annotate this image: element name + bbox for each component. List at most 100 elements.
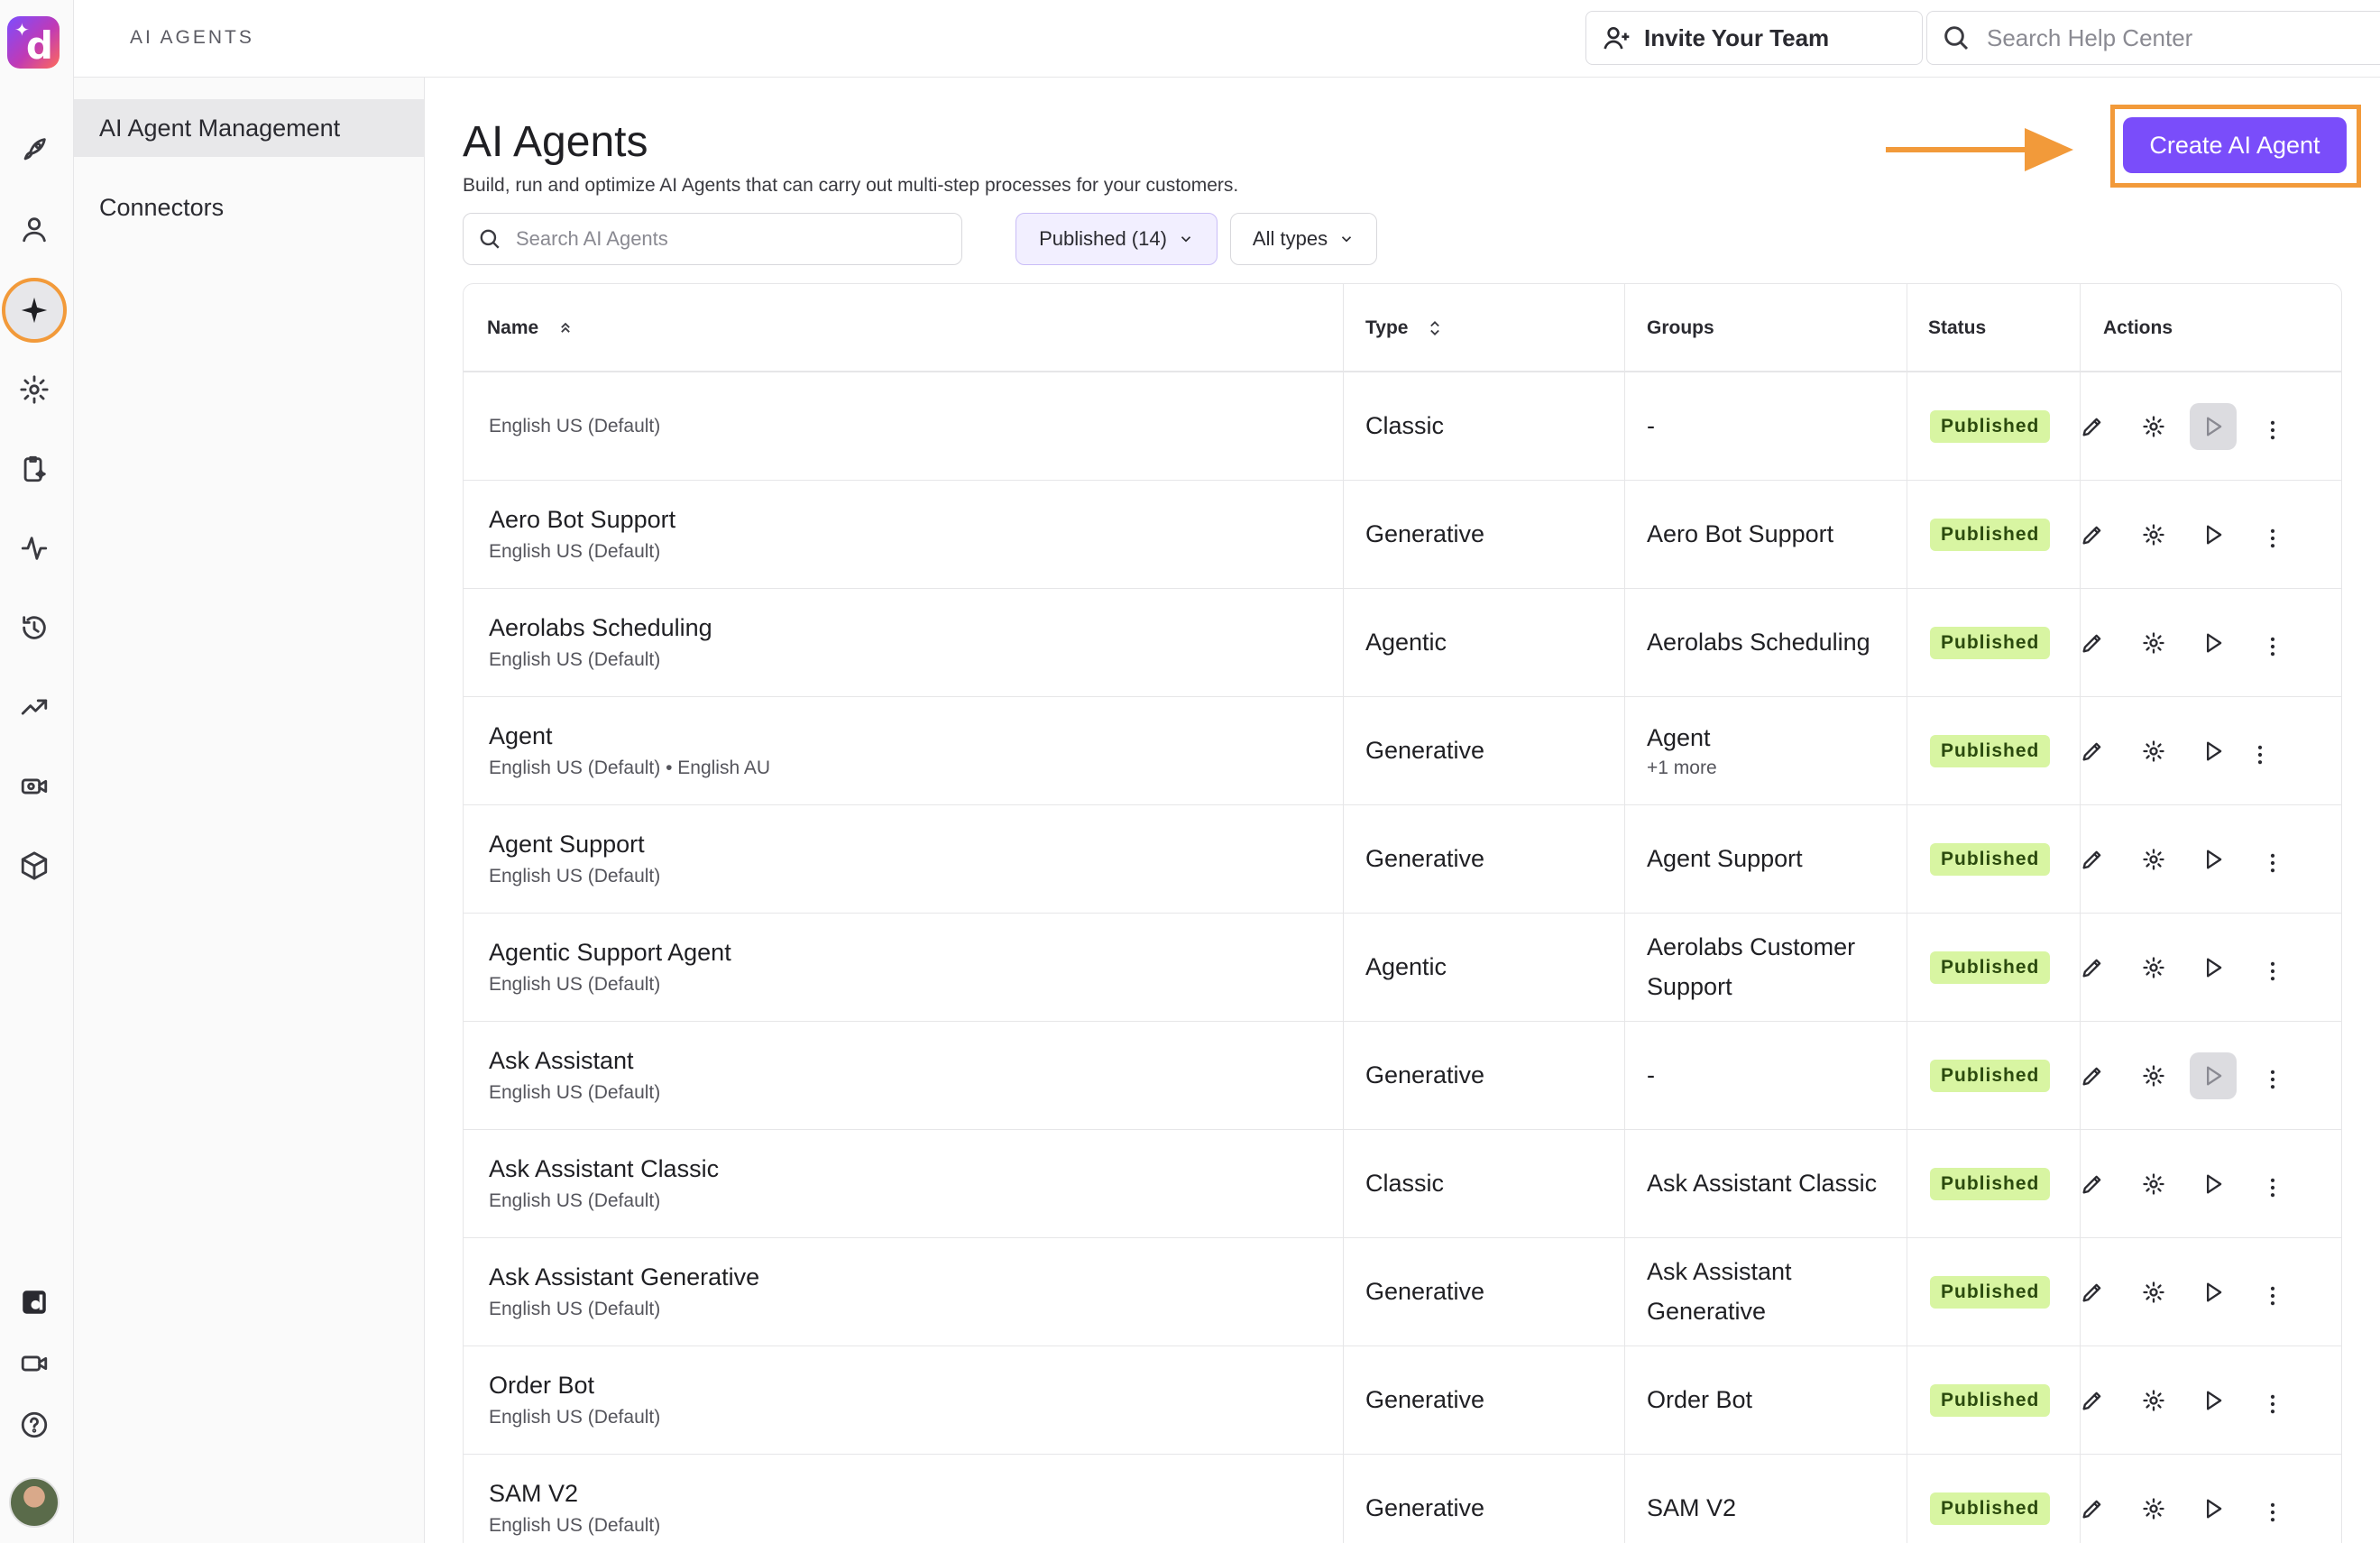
type-column-header[interactable]: Type xyxy=(1365,284,1444,372)
edit-pencil-icon[interactable] xyxy=(2069,944,2116,991)
settings-gear-icon[interactable] xyxy=(2130,1377,2177,1424)
agent-type: Generative xyxy=(1365,1493,1485,1521)
settings-gear-icon[interactable] xyxy=(2130,1052,2177,1099)
subnav-item-connectors[interactable]: Connectors xyxy=(74,179,424,236)
settings-gear-icon[interactable] xyxy=(2130,1161,2177,1208)
edit-pencil-icon[interactable] xyxy=(2069,1485,2116,1532)
table-row[interactable]: Ask Assistant Classic English US (Default… xyxy=(464,1130,2341,1238)
play-icon[interactable] xyxy=(2190,1485,2237,1532)
agent-name: Agent Support xyxy=(489,831,645,858)
settings-gear-icon[interactable] xyxy=(2130,403,2177,450)
edit-pencil-icon[interactable] xyxy=(2069,836,2116,883)
brand-d-icon[interactable] xyxy=(16,1284,52,1320)
settings-gear-icon[interactable] xyxy=(2130,1485,2177,1532)
create-ai-agent-button[interactable]: Create AI Agent xyxy=(2123,117,2347,173)
table-row[interactable]: Aerolabs Scheduling English US (Default) … xyxy=(464,589,2341,697)
play-icon[interactable] xyxy=(2190,836,2237,883)
gear-icon[interactable] xyxy=(16,372,52,408)
name-column-header[interactable]: Name xyxy=(487,284,574,372)
settings-gear-icon[interactable] xyxy=(2130,728,2177,775)
settings-gear-icon[interactable] xyxy=(2130,836,2177,883)
more-vertical-icon[interactable] xyxy=(2249,840,2296,886)
rocket-icon[interactable] xyxy=(16,132,52,168)
table-row[interactable]: English US (Default) Classic - Published xyxy=(464,372,2341,481)
table-row[interactable]: Agent English US (Default) • English AU G… xyxy=(464,697,2341,805)
status-filter-label: Published (14) xyxy=(1039,227,1167,250)
play-icon[interactable] xyxy=(2190,1161,2237,1208)
more-vertical-icon[interactable] xyxy=(2249,515,2296,562)
settings-gear-icon[interactable] xyxy=(2130,511,2177,558)
play-icon[interactable] xyxy=(2190,1377,2237,1424)
agent-language: English US (Default) xyxy=(489,1082,661,1103)
settings-gear-icon[interactable] xyxy=(2130,1269,2177,1316)
play-icon[interactable] xyxy=(2190,1269,2237,1316)
edit-pencil-icon[interactable] xyxy=(2069,1052,2116,1099)
table-row[interactable]: Agent Support English US (Default) Genera… xyxy=(464,805,2341,914)
more-vertical-icon[interactable] xyxy=(2249,948,2296,995)
agent-group: Aero Bot Support xyxy=(1647,519,1834,547)
status-filter-dropdown[interactable]: Published (14) xyxy=(1015,213,1218,265)
play-icon[interactable] xyxy=(2190,944,2237,991)
cube-icon[interactable] xyxy=(16,848,52,884)
app-logo-icon[interactable]: ✦ d xyxy=(7,16,60,69)
edit-pencil-icon[interactable] xyxy=(2069,403,2116,450)
play-icon[interactable] xyxy=(2190,403,2237,450)
edit-pencil-icon[interactable] xyxy=(2069,728,2116,775)
more-vertical-icon[interactable] xyxy=(2249,1381,2296,1428)
edit-pencil-icon[interactable] xyxy=(2069,1161,2116,1208)
more-groups-label[interactable]: +1 more xyxy=(1647,758,1908,779)
subnav-item-ai-agent-management[interactable]: AI Agent Management xyxy=(74,99,424,157)
table-row[interactable]: Ask Assistant English US (Default) Genera… xyxy=(464,1022,2341,1130)
play-icon[interactable] xyxy=(2190,1052,2237,1099)
status-badge: Published xyxy=(1930,518,2051,551)
edit-pencil-icon[interactable] xyxy=(2069,620,2116,666)
play-icon[interactable] xyxy=(2190,511,2237,558)
agent-name: Ask Assistant Classic xyxy=(489,1155,720,1182)
trending-up-icon[interactable] xyxy=(16,689,52,725)
more-vertical-icon[interactable] xyxy=(2249,1164,2296,1211)
ai-agents-sparkle-icon[interactable] xyxy=(2,278,67,343)
user-icon[interactable] xyxy=(16,211,52,247)
breadcrumb: AI AGENTS xyxy=(130,27,254,48)
help-circle-icon[interactable] xyxy=(16,1407,52,1443)
search-icon xyxy=(1944,26,1969,51)
table-row[interactable]: SAM V2 English US (Default) Generative SA… xyxy=(464,1455,2341,1543)
settings-gear-icon[interactable] xyxy=(2130,620,2177,666)
actions-header-label: Actions xyxy=(2103,317,2173,338)
edit-pencil-icon[interactable] xyxy=(2069,1269,2116,1316)
activity-icon[interactable] xyxy=(16,530,52,566)
status-header-label: Status xyxy=(1928,317,1987,338)
more-vertical-icon[interactable] xyxy=(2249,623,2296,670)
more-vertical-icon[interactable] xyxy=(2249,1056,2296,1103)
clipboard-sparkle-icon[interactable] xyxy=(16,451,52,487)
history-icon[interactable] xyxy=(16,610,52,646)
edit-pencil-icon[interactable] xyxy=(2069,1377,2116,1424)
table-header: Name Type Groups Status Actions xyxy=(464,284,2341,372)
table-row[interactable]: Aero Bot Support English US (Default) Gen… xyxy=(464,481,2341,589)
video-settings-icon[interactable] xyxy=(16,768,52,804)
play-icon[interactable] xyxy=(2190,620,2237,666)
video-camera-icon[interactable] xyxy=(16,1346,52,1382)
more-vertical-icon[interactable] xyxy=(2237,731,2284,778)
table-row[interactable]: Order Bot English US (Default) Generative… xyxy=(464,1346,2341,1455)
more-vertical-icon[interactable] xyxy=(2249,1272,2296,1319)
more-vertical-icon[interactable] xyxy=(2249,407,2296,454)
more-vertical-icon[interactable] xyxy=(2249,1489,2296,1536)
table-row[interactable]: Ask Assistant Generative English US (Defa… xyxy=(464,1238,2341,1346)
status-badge: Published xyxy=(1930,1275,2051,1309)
invite-team-button[interactable]: Invite Your Team xyxy=(1585,11,1923,65)
agent-search-placeholder: Search AI Agents xyxy=(516,227,668,250)
type-filter-dropdown[interactable]: All types xyxy=(1230,213,1377,265)
avatar[interactable] xyxy=(9,1477,60,1528)
table-row[interactable]: Agentic Support Agent English US (Default… xyxy=(464,914,2341,1022)
help-search-input[interactable]: Search Help Center xyxy=(1926,11,2380,65)
actions-column-header: Actions xyxy=(2103,284,2173,372)
agent-language: English US (Default) • English AU xyxy=(489,758,770,778)
status-badge: Published xyxy=(1930,951,2051,984)
agent-group: Aerolabs Customer Support xyxy=(1647,933,1856,1000)
settings-gear-icon[interactable] xyxy=(2130,944,2177,991)
edit-pencil-icon[interactable] xyxy=(2069,511,2116,558)
agent-type: Generative xyxy=(1365,736,1485,764)
agent-search-input[interactable]: Search AI Agents xyxy=(463,213,962,265)
play-icon[interactable] xyxy=(2190,728,2237,775)
